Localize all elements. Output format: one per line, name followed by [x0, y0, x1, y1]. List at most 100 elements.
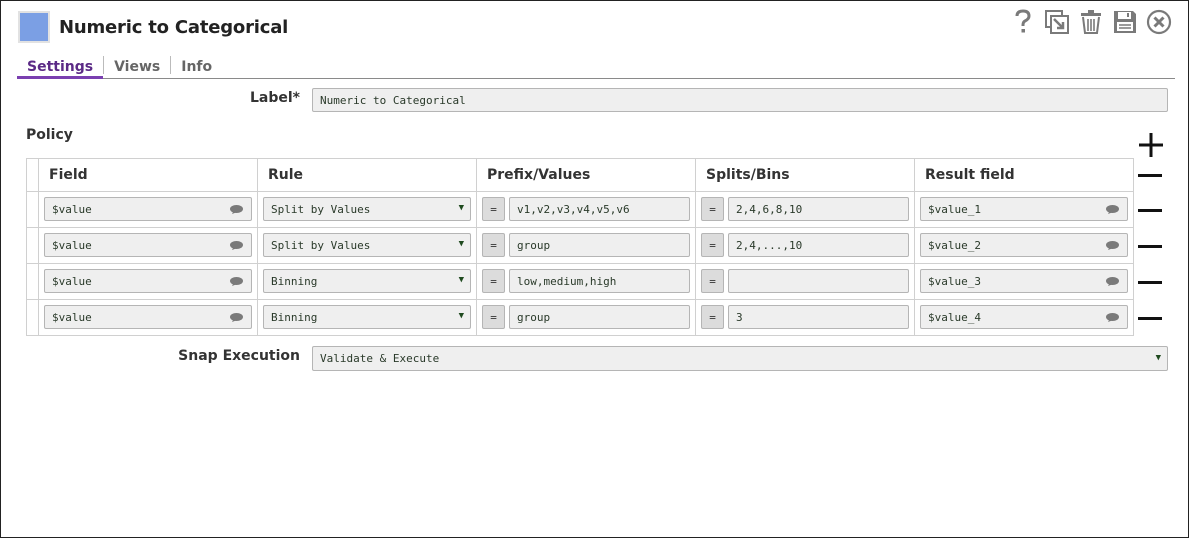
remove-row-cell [1133, 227, 1166, 264]
chevron-down-icon: ▼ [458, 311, 464, 321]
policy-row: $value Split by Values ▼ = v1,v2,v3,v4,v5,v6… [26, 191, 1166, 228]
chevron-down-icon: ▼ [458, 203, 464, 213]
delete-icon[interactable] [1078, 9, 1104, 35]
result-field-input[interactable]: $value_3 [920, 269, 1128, 293]
row-drag-handle[interactable] [26, 227, 39, 264]
snap-type-icon [18, 11, 50, 43]
field-value: $value [52, 238, 92, 252]
result-field-value: $value_2 [928, 238, 981, 252]
result-field-input[interactable]: $value_4 [920, 305, 1128, 329]
remove-row-cell [1133, 263, 1166, 300]
policy-row: $value Split by Values ▼ = group = 2,4,...,10 $… [26, 227, 1166, 264]
column-header-result-field: Result field [914, 158, 1134, 192]
row-drag-handle[interactable] [26, 263, 39, 300]
expression-bubble-icon[interactable] [230, 205, 243, 214]
chevron-down-icon: ▼ [458, 275, 464, 285]
save-icon[interactable] [1112, 9, 1138, 35]
splits-bins-input[interactable]: 3 [728, 305, 909, 329]
snap-execution-value: Validate & Execute [320, 352, 440, 365]
tab-settings[interactable]: Settings [17, 59, 104, 79]
result-field-value: $value_4 [928, 310, 981, 324]
result-field-input[interactable]: $value_1 [920, 197, 1128, 221]
expression-toggle-button[interactable]: = [701, 197, 724, 221]
expression-bubble-icon[interactable] [230, 277, 243, 286]
field-input[interactable]: $value [44, 269, 252, 293]
result-field-value: $value_1 [928, 202, 981, 216]
label-field-label: Label* [249, 90, 300, 106]
dialog-toolbar [1010, 9, 1172, 35]
label-row: Label* Numeric to Categorical [1, 88, 1188, 112]
plus-icon [1139, 133, 1163, 157]
expression-toggle-button[interactable]: = [482, 197, 505, 221]
splits-bins-input[interactable] [728, 269, 909, 293]
close-icon[interactable] [1146, 9, 1172, 35]
row-drag-handle[interactable] [26, 191, 39, 228]
expression-toggle-button[interactable]: = [701, 233, 724, 257]
export-icon[interactable] [1044, 9, 1070, 35]
remove-row-button[interactable] [1137, 209, 1162, 212]
expression-toggle-button[interactable]: = [701, 269, 724, 293]
expression-toggle-button[interactable]: = [701, 305, 724, 329]
prefix-values-input[interactable]: low,medium,high [509, 269, 690, 293]
remove-all-button[interactable] [1137, 173, 1162, 177]
policy-row: $value Binning ▼ = group = 3 $value_4 [26, 299, 1166, 336]
tab-bar: Settings Views Info [17, 55, 1175, 79]
rule-select[interactable]: Binning ▼ [263, 305, 471, 329]
help-icon[interactable] [1010, 9, 1036, 35]
field-value: $value [52, 310, 92, 324]
expression-bubble-icon[interactable] [1106, 205, 1119, 214]
remove-row-button[interactable] [1137, 281, 1162, 284]
expression-bubble-icon[interactable] [1106, 241, 1119, 250]
rule-value: Binning [271, 310, 318, 324]
expression-toggle-button[interactable]: = [482, 233, 505, 257]
splits-bins-input[interactable]: 2,4,...,10 [728, 233, 909, 257]
column-header-field: Field [38, 158, 258, 192]
rule-value: Split by Values [271, 238, 371, 252]
expression-toggle-button[interactable]: = [482, 269, 505, 293]
prefix-values-input[interactable]: group [509, 305, 690, 329]
policy-row: $value Binning ▼ = low,medium,high = $value_3 [26, 263, 1166, 300]
expression-toggle-button[interactable]: = [482, 305, 505, 329]
remove-all-cell [1133, 158, 1166, 192]
prefix-values-input[interactable]: group [509, 233, 690, 257]
policy-table: Field Rule Prefix/Values Splits/Bins Res… [26, 158, 1166, 336]
prefix-values-input[interactable]: v1,v2,v3,v4,v5,v6 [509, 197, 690, 221]
column-header-prefix-values: Prefix/Values [476, 158, 696, 192]
field-input[interactable]: $value [44, 233, 252, 257]
field-value: $value [52, 202, 92, 216]
snap-execution-row: Snap Execution Validate & Execute ▼ [1, 346, 1188, 371]
field-input[interactable]: $value [44, 197, 252, 221]
expression-bubble-icon[interactable] [1106, 277, 1119, 286]
field-value: $value [52, 274, 92, 288]
rule-value: Binning [271, 274, 318, 288]
result-field-value: $value_3 [928, 274, 981, 288]
tab-views[interactable]: Views [104, 59, 170, 78]
splits-bins-input[interactable]: 2,4,6,8,10 [728, 197, 909, 221]
remove-row-button[interactable] [1137, 317, 1162, 320]
row-drag-handle[interactable] [26, 299, 39, 336]
column-header-rule: Rule [257, 158, 477, 192]
expression-bubble-icon[interactable] [230, 313, 243, 322]
policy-section-title: Policy [26, 127, 73, 143]
column-header-splits-bins: Splits/Bins [695, 158, 915, 192]
chevron-down-icon: ▼ [1155, 353, 1161, 363]
dialog-header: Numeric to Categorical [18, 11, 288, 43]
rule-select[interactable]: Split by Values ▼ [263, 233, 471, 257]
remove-row-button[interactable] [1137, 245, 1162, 248]
snap-execution-select[interactable]: Validate & Execute ▼ [312, 346, 1168, 371]
rule-value: Split by Values [271, 202, 371, 216]
label-input[interactable]: Numeric to Categorical [312, 88, 1168, 112]
policy-header-row: Field Rule Prefix/Values Splits/Bins Res… [26, 158, 1166, 192]
remove-row-cell [1133, 191, 1166, 228]
chevron-down-icon: ▼ [458, 239, 464, 249]
rule-select[interactable]: Binning ▼ [263, 269, 471, 293]
expression-bubble-icon[interactable] [1106, 313, 1119, 322]
expression-bubble-icon[interactable] [230, 241, 243, 250]
rule-select[interactable]: Split by Values ▼ [263, 197, 471, 221]
snap-execution-label: Snap Execution [178, 348, 300, 364]
field-input[interactable]: $value [44, 305, 252, 329]
add-row-button[interactable] [1138, 132, 1164, 158]
remove-row-cell [1133, 299, 1166, 336]
tab-info[interactable]: Info [171, 59, 222, 78]
result-field-input[interactable]: $value_2 [920, 233, 1128, 257]
